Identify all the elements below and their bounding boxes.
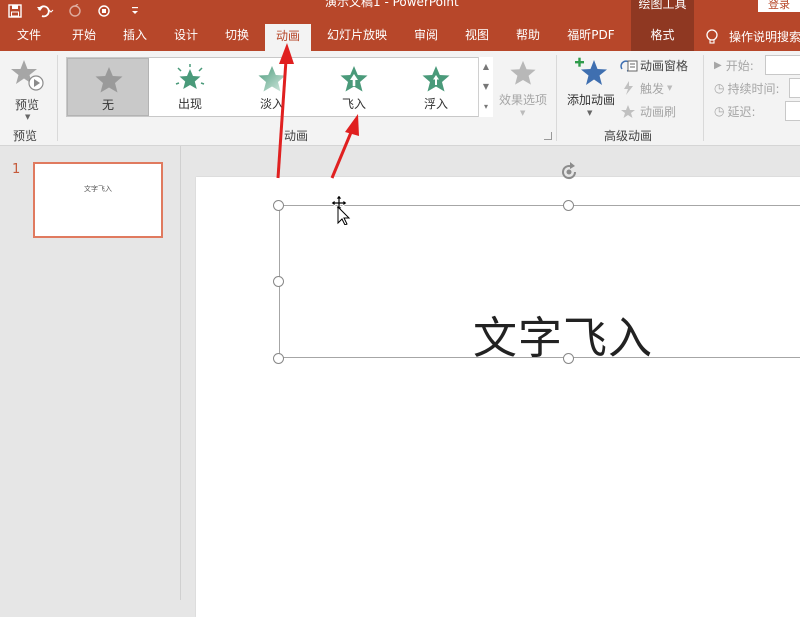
animation-gallery: 无 出现 淡入 飞入 浮入 [66, 57, 493, 117]
star-appear-icon [175, 64, 205, 89]
animation-painter-icon [621, 105, 635, 118]
animation-fly-in-label: 飞入 [341, 97, 366, 111]
slides-panel: 1 文字飞入 [0, 146, 181, 600]
animation-none[interactable]: 无 [67, 58, 149, 116]
animation-fade[interactable]: 淡入 [231, 58, 313, 116]
login-button[interactable]: 登录 [758, 0, 800, 12]
delay-clock-icon: ◷ [714, 104, 725, 118]
animation-appear[interactable]: 出现 [149, 58, 231, 116]
gallery-scroll-down-icon[interactable]: ▼ [479, 77, 493, 97]
group-separator [57, 55, 58, 141]
star-none-icon [95, 67, 123, 93]
timing-duration: ◷ 持续时间: [714, 78, 780, 98]
gallery-scrollbar[interactable]: ▲ ▼ ▾ [478, 57, 493, 117]
animation-fly-in[interactable]: 飞入 [313, 58, 395, 116]
slide-thumbnail[interactable]: 文字飞入 [33, 162, 163, 238]
group-separator [556, 55, 557, 141]
save-icon[interactable] [0, 0, 30, 22]
timing-duration-input[interactable] [789, 78, 800, 98]
tab-insert[interactable]: 插入 [113, 22, 157, 51]
animation-appear-label: 出现 [177, 97, 202, 111]
gallery-more-icon[interactable]: ▾ [479, 97, 493, 117]
tab-review[interactable]: 审阅 [404, 22, 448, 51]
slide-number: 1 [12, 162, 21, 177]
resize-handle-bottom-left[interactable] [273, 353, 284, 364]
animation-pane-label: 动画窗格 [640, 58, 689, 73]
gallery-scroll-up-icon[interactable]: ▲ [479, 57, 493, 77]
customize-qat-icon[interactable] [120, 0, 150, 22]
add-animation-dropdown-icon[interactable]: ▼ [587, 109, 592, 117]
group-separator [703, 55, 704, 141]
document-title: 演示文稿1 - PowerPoint [325, 0, 459, 9]
context-group-drawing-tools: 绘图工具 [631, 0, 694, 22]
animation-float-in[interactable]: 浮入 [395, 58, 477, 116]
ribbon-tabs: 文件 开始 插入 设计 切换 动画 幻灯片放映 审阅 视图 帮助 福昕PDF 格… [0, 22, 800, 51]
preview-group-label: 预览 [13, 129, 38, 143]
timing-delay: ◷ 延迟: [714, 101, 756, 121]
advanced-animation-group-label: 高级动画 [604, 129, 653, 143]
resize-handle-top-left[interactable] [273, 200, 284, 211]
animation-pane-icon [620, 60, 638, 72]
move-cursor-icon [331, 195, 351, 225]
trigger-dropdown-icon: ▼ [667, 84, 673, 92]
star-fly-in-icon [340, 66, 368, 92]
add-animation-icon [575, 57, 607, 85]
effect-options-button[interactable]: 效果选项 ▼ [496, 57, 550, 119]
resize-handle-middle-left[interactable] [273, 276, 284, 287]
tab-help[interactable]: 帮助 [506, 22, 550, 51]
animation-none-label: 无 [101, 98, 114, 112]
preview-label: 预览 [15, 98, 40, 112]
timing-duration-label: 持续时间: [727, 81, 780, 96]
lightbulb-icon [706, 28, 718, 44]
animation-float-in-label: 浮入 [423, 97, 448, 111]
ribbon-animations: 预览 ▼ 预览 无 出现 淡入 飞入 浮入 ▲ ▼ ▾ 效果选项 ▼ 动画 添加… [0, 51, 800, 146]
undo-icon[interactable] [30, 0, 60, 22]
effect-options-label: 效果选项 [498, 93, 547, 107]
star-float-in-icon [422, 66, 450, 92]
timing-start-select[interactable] [765, 55, 800, 75]
redo-icon[interactable] [60, 0, 90, 22]
animation-painter-button[interactable]: 动画刷 [620, 101, 676, 121]
add-animation-button[interactable]: 添加动画 ▼ [563, 57, 619, 119]
clock-icon: ◷ [714, 81, 725, 95]
tab-slideshow[interactable]: 幻灯片放映 [320, 22, 394, 51]
trigger-label: 触发 [640, 81, 665, 96]
resize-handle-bottom-center[interactable] [563, 353, 574, 364]
resize-handle-top-center[interactable] [563, 200, 574, 211]
timing-start-label: 开始: [725, 58, 754, 73]
animation-fade-label: 淡入 [259, 97, 284, 111]
timing-delay-input[interactable] [785, 101, 800, 121]
quick-access-toolbar [0, 0, 150, 22]
tell-me-label: 操作说明搜索 [729, 30, 800, 44]
title-bar: 演示文稿1 - PowerPoint 绘图工具 登录 [0, 0, 800, 22]
present-from-start-icon[interactable] [90, 0, 120, 22]
tell-me-search[interactable]: 操作说明搜索 [703, 22, 800, 51]
preview-button[interactable]: 预览 ▼ [6, 56, 50, 122]
tab-design[interactable]: 设计 [164, 22, 208, 51]
tab-foxit-pdf[interactable]: 福昕PDF [560, 22, 622, 51]
animation-painter-label: 动画刷 [640, 104, 677, 119]
trigger-button[interactable]: 触发 ▼ [620, 78, 672, 98]
tab-home[interactable]: 开始 [62, 22, 106, 51]
star-fade-icon [258, 66, 286, 92]
preview-dropdown-icon[interactable]: ▼ [25, 113, 30, 121]
tab-format[interactable]: 格式 [631, 22, 694, 51]
add-animation-label: 添加动画 [566, 93, 615, 107]
effect-options-dropdown-icon: ▼ [520, 109, 526, 117]
animation-pane-button[interactable]: 动画窗格 [620, 55, 688, 75]
slide-thumbnail-text: 文字飞入 [84, 185, 112, 193]
preview-star-icon [11, 60, 44, 91]
tab-file[interactable]: 文件 [8, 22, 50, 51]
trigger-icon [624, 81, 633, 95]
tab-view[interactable]: 视图 [455, 22, 499, 51]
effect-options-star-icon [510, 60, 536, 85]
animation-dialog-launcher-icon[interactable] [544, 132, 552, 140]
timing-start: ▶ 开始: [714, 55, 754, 75]
play-icon: ▶ [714, 59, 722, 71]
animation-group-label: 动画 [284, 129, 309, 143]
timing-delay-label: 延迟: [727, 104, 756, 119]
rotate-handle-icon[interactable] [558, 161, 580, 183]
tab-transitions[interactable]: 切换 [215, 22, 259, 51]
tab-animations[interactable]: 动画 [265, 22, 311, 51]
